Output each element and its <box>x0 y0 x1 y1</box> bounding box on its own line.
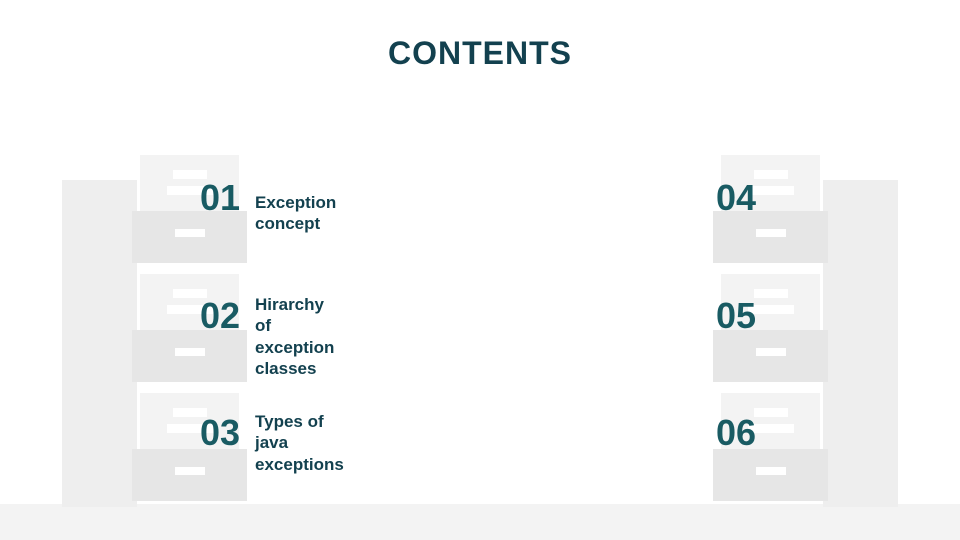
contents-number: 05 <box>716 298 756 334</box>
contents-label: Exception concept <box>255 192 336 235</box>
contents-number: 06 <box>716 415 756 451</box>
contents-number: 01 <box>200 180 240 216</box>
contents-label: Types of java exceptions <box>255 411 344 475</box>
contents-number: 04 <box>716 180 756 216</box>
contents-number: 03 <box>200 415 240 451</box>
contents-list: 01 Exception concept 02 Hirarchy of exce… <box>0 0 960 540</box>
contents-label: Hirarchy of exception classes <box>255 294 334 379</box>
contents-number: 02 <box>200 298 240 334</box>
